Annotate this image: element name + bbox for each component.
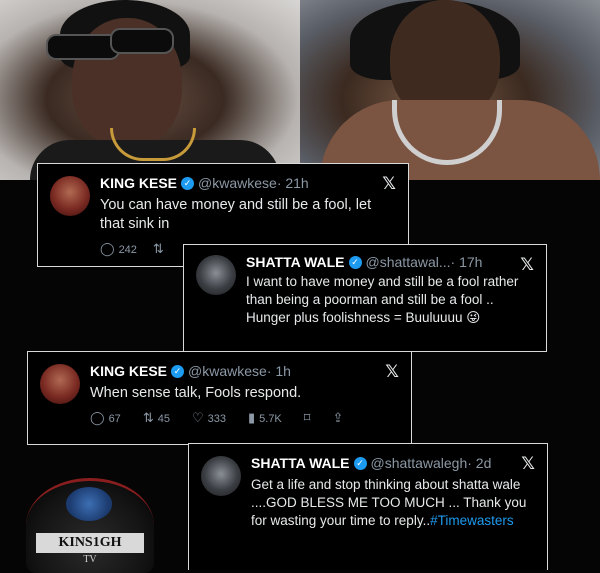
tweet-card[interactable]: KING KESE ✓ @kwawkese · 1h 𝕏 When sense … xyxy=(27,351,412,445)
tweet-header: SHATTA WALE ✓ @shattawal... · 17h xyxy=(246,253,532,271)
views-icon: ▮ xyxy=(247,411,256,426)
hashtag-link[interactable]: #Timewasters xyxy=(430,513,514,528)
tweet-text: I want to have money and still be a fool… xyxy=(246,273,532,327)
tweet-header: SHATTA WALE ✓ @shattawalegh · 2d xyxy=(251,454,533,472)
display-name[interactable]: KING KESE xyxy=(100,174,177,192)
tweet-header: KING KESE ✓ @kwawkese · 21h xyxy=(100,174,394,192)
verified-icon: ✓ xyxy=(171,364,185,378)
handle[interactable]: @kwawkese xyxy=(188,362,267,380)
reply-count: 242 xyxy=(118,243,137,256)
handle[interactable]: @shattawalegh xyxy=(371,454,468,472)
reply-button[interactable]: ◯ 242 xyxy=(100,242,137,257)
kins1gh-logo: KINS1GH TV xyxy=(26,478,154,573)
logo-subtitle: TV xyxy=(83,554,97,565)
verified-icon: ✓ xyxy=(181,176,195,190)
sunglasses xyxy=(48,36,118,58)
x-logo-icon: 𝕏 xyxy=(385,362,399,382)
like-count: 333 xyxy=(207,412,226,425)
x-logo-icon: 𝕏 xyxy=(520,255,534,275)
avatar[interactable] xyxy=(50,176,90,216)
handle[interactable]: @kwawkese xyxy=(198,174,277,192)
timestamp: · 1h xyxy=(266,363,291,379)
sunglasses xyxy=(112,30,172,52)
display-name[interactable]: SHATTA WALE xyxy=(246,253,345,271)
tweet-text: Get a life and stop thinking about shatt… xyxy=(251,476,533,530)
timestamp: · 17h xyxy=(450,254,483,270)
display-name[interactable]: KING KESE xyxy=(90,362,167,380)
retweet-icon: ⇅ xyxy=(152,242,164,257)
share-icon: ⇪ xyxy=(332,411,344,426)
reply-button[interactable]: ◯ 67 xyxy=(90,411,121,426)
logo-title: KINS1GH xyxy=(36,533,144,553)
retweet-count: 45 xyxy=(157,412,170,425)
retweet-button[interactable]: ⇅ xyxy=(153,242,168,257)
x-logo-icon: 𝕏 xyxy=(382,174,396,194)
globe-icon xyxy=(66,487,112,521)
tweet-text: When sense talk, Fools respond. xyxy=(90,385,302,401)
verified-icon: ✓ xyxy=(353,456,367,470)
timestamp: · 2d xyxy=(467,455,492,471)
reply-count: 67 xyxy=(108,412,121,425)
winking-emoji: 😜 xyxy=(466,310,481,325)
x-logo-icon: 𝕏 xyxy=(521,454,535,474)
photo-king-kese xyxy=(0,0,300,180)
retweet-button[interactable]: ⇅ 45 xyxy=(143,411,170,426)
tweet-card[interactable]: SHATTA WALE ✓ @shattawal... · 17h 𝕏 I wa… xyxy=(183,244,547,352)
reply-icon: ◯ xyxy=(90,411,105,426)
handle[interactable]: @shattawal... xyxy=(366,253,451,271)
like-button[interactable]: ♡ 333 xyxy=(192,411,226,426)
bookmark-icon: ⌑ xyxy=(303,411,311,426)
avatar[interactable] xyxy=(196,255,236,295)
retweet-icon: ⇅ xyxy=(142,411,154,426)
photo-shatta-wale xyxy=(300,0,600,180)
avatar[interactable] xyxy=(40,364,80,404)
views-button[interactable]: ▮ 5.7K xyxy=(248,411,282,426)
tweet-card[interactable]: SHATTA WALE ✓ @shattawalegh · 2d 𝕏 Get a… xyxy=(188,443,548,570)
avatar[interactable] xyxy=(201,456,241,496)
display-name[interactable]: SHATTA WALE xyxy=(251,454,350,472)
like-icon: ♡ xyxy=(191,411,204,426)
tweet-text: You can have money and still be a fool, … xyxy=(100,197,372,232)
timestamp: · 21h xyxy=(276,175,309,191)
share-button[interactable]: ⇪ xyxy=(332,411,343,426)
reply-icon: ◯ xyxy=(100,242,115,257)
tweet-header: KING KESE ✓ @kwawkese · 1h xyxy=(90,362,397,380)
bookmark-button[interactable]: ⌑ xyxy=(304,411,311,426)
verified-icon: ✓ xyxy=(348,255,362,269)
tweet-actions: ◯ 67 ⇅ 45 ♡ 333 ▮ 5.7K ⌑ ⇪ xyxy=(90,411,397,426)
view-count: 5.7K xyxy=(259,412,282,425)
